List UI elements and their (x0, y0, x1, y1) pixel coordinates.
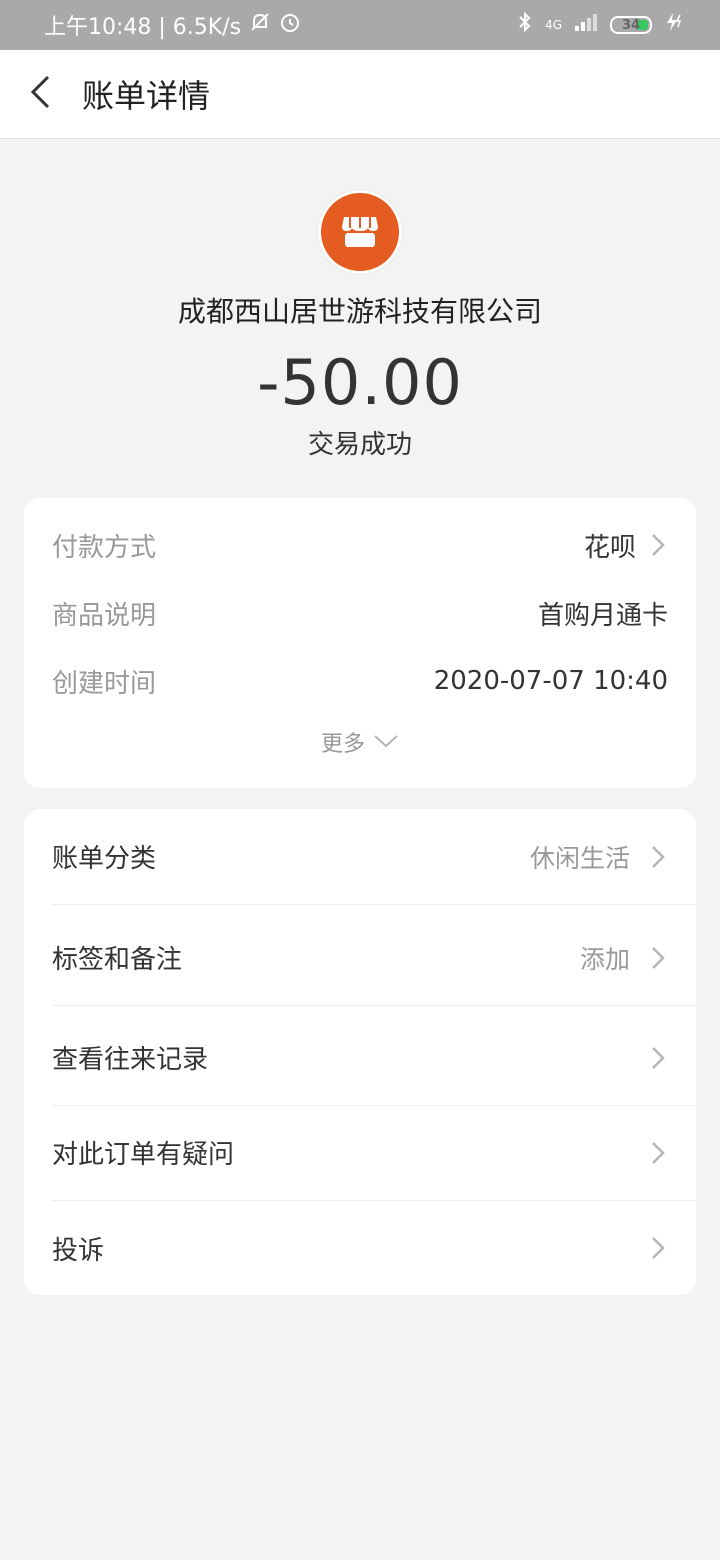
tags-notes-value: 添加 (579, 944, 630, 974)
complaint-row[interactable]: 投诉 (52, 1200, 696, 1296)
bill-category-row[interactable]: 账单分类 休闲生活 (52, 809, 696, 905)
complaint-label: 投诉 (52, 1235, 105, 1266)
chevron-right-icon (648, 1234, 668, 1262)
charging-icon (664, 12, 684, 38)
tags-notes-label: 标签和备注 (52, 945, 183, 975)
payment-method-label: 付款方式 (52, 532, 157, 563)
chevron-right-icon (648, 1139, 668, 1167)
chevron-left-icon (28, 74, 52, 114)
product-desc-row: 商品说明 首购月通卡 (52, 593, 668, 633)
status-bar: 上午10:48 | 6.5K/s 4G 34 (0, 0, 720, 50)
history-records-right (648, 1044, 668, 1072)
battery-level: 34 (621, 17, 641, 33)
order-question-label: 对此订单有疑问 (52, 1140, 235, 1170)
bluetooth-icon (517, 11, 533, 39)
battery-icon: 34 (610, 16, 652, 34)
history-records-label: 查看往来记录 (52, 1045, 209, 1075)
more-label: 更多 (320, 732, 365, 757)
chevron-down-icon (373, 730, 399, 755)
alarm-clock-icon (279, 11, 301, 39)
more-button[interactable]: 更多 (24, 726, 696, 758)
status-time-speed: 上午10:48 | 6.5K/s (44, 15, 242, 40)
payment-method-value-wrap: 花呗 (584, 527, 668, 564)
order-question-row[interactable]: 对此订单有疑问 (52, 1105, 696, 1201)
network-type: 4G (545, 18, 562, 32)
bill-category-right: 休闲生活 (530, 839, 668, 875)
shop-icon (318, 190, 402, 274)
chevron-right-icon (648, 843, 668, 871)
signal-icon (574, 12, 598, 38)
bell-muted-icon (249, 11, 271, 39)
status-right: 4G 34 (517, 11, 684, 39)
transaction-status: 交易成功 (307, 430, 412, 461)
product-desc-value: 首购月通卡 (537, 600, 668, 631)
payment-method-value: 花呗 (583, 532, 636, 563)
header-bar: 账单详情 (0, 50, 720, 139)
bill-category-value: 休闲生活 (529, 843, 630, 873)
created-time-label: 创建时间 (52, 668, 157, 699)
chevron-right-icon (648, 531, 668, 559)
actions-card: 账单分类 休闲生活 标签和备注 添加 查看往来记录 对此订单有疑问 投诉 (24, 809, 696, 1295)
order-question-right (648, 1139, 668, 1167)
bill-category-label: 账单分类 (52, 844, 157, 874)
transaction-amount: -50.00 (257, 346, 463, 419)
tags-notes-right: 添加 (580, 940, 668, 976)
back-button[interactable] (0, 50, 80, 138)
tags-notes-row[interactable]: 标签和备注 添加 (52, 910, 696, 1006)
created-time-value: 2020-07-07 10:40 (433, 666, 668, 696)
status-left: 上午10:48 | 6.5K/s (44, 9, 301, 41)
created-time-row: 创建时间 2020-07-07 10:40 (52, 661, 668, 701)
page-title: 账单详情 (82, 77, 211, 115)
chevron-right-icon (648, 1044, 668, 1072)
merchant-name: 成都西山居世游科技有限公司 (177, 295, 542, 328)
product-desc-label: 商品说明 (52, 600, 157, 631)
payment-method-row[interactable]: 付款方式 花呗 (52, 525, 668, 565)
transaction-summary: 成都西山居世游科技有限公司 -50.00 交易成功 (0, 190, 720, 461)
complaint-right (648, 1234, 668, 1262)
chevron-right-icon (648, 944, 668, 972)
history-records-row[interactable]: 查看往来记录 (52, 1010, 696, 1106)
details-card: 付款方式 花呗 商品说明 首购月通卡 创建时间 2020-07-07 10:40… (24, 498, 696, 788)
